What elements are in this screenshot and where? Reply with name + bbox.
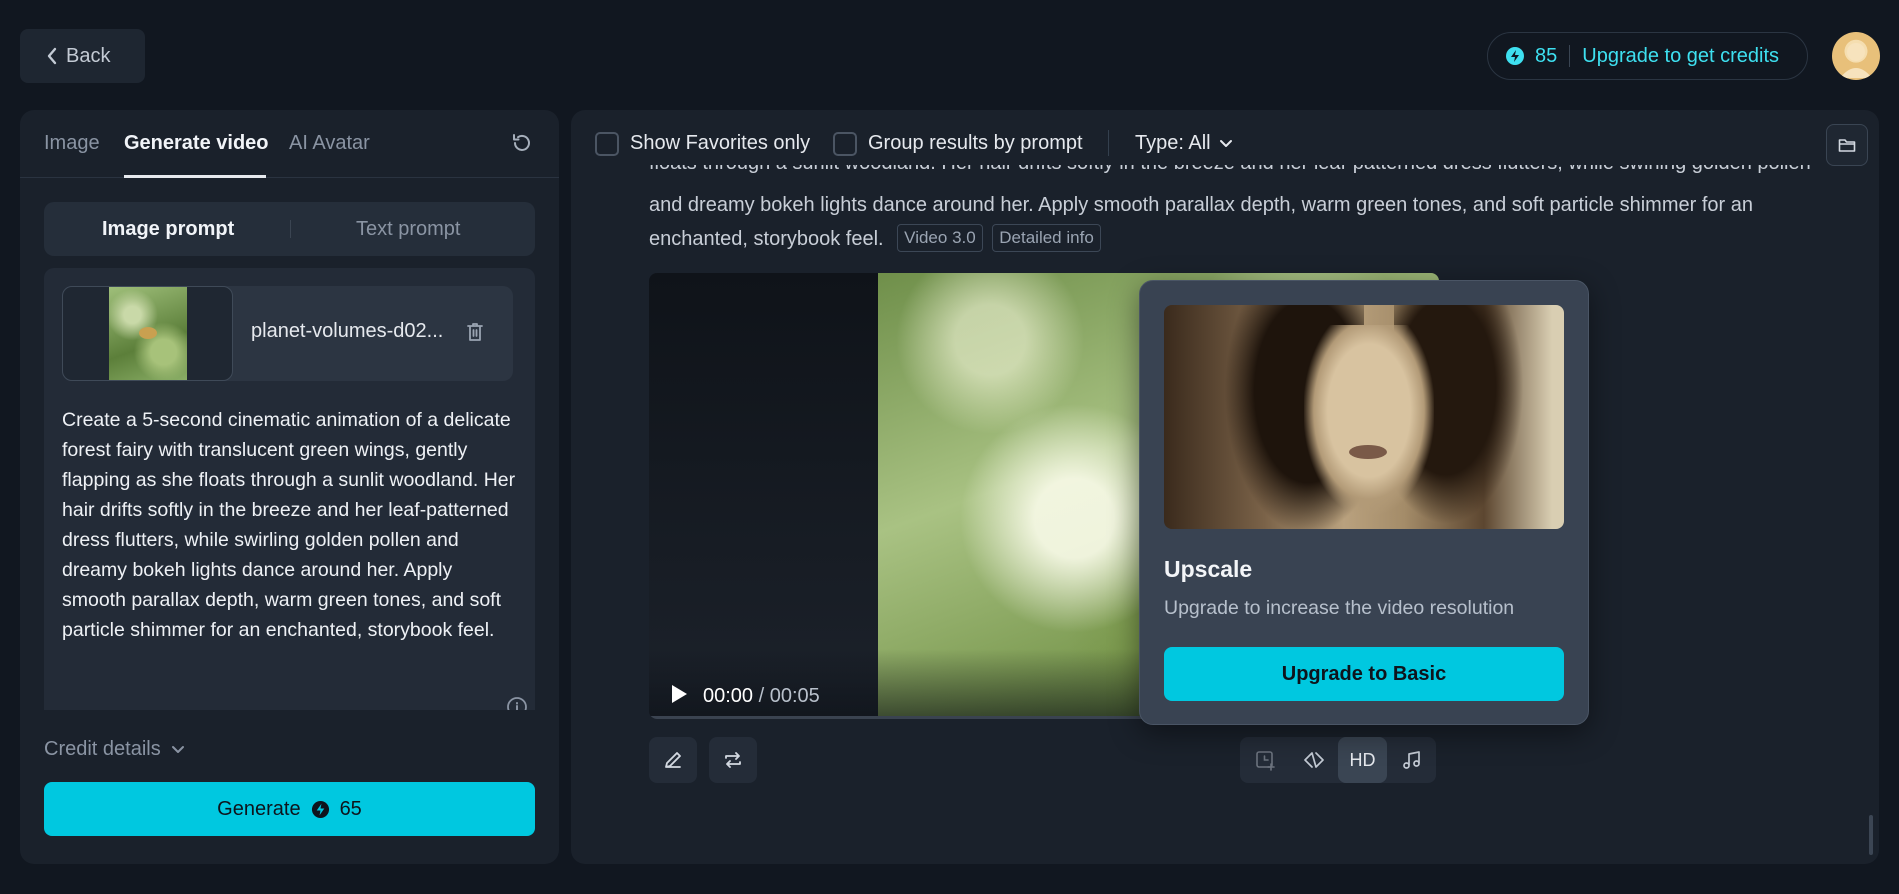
play-icon[interactable] bbox=[669, 683, 689, 705]
chevron-down-icon bbox=[1219, 139, 1232, 147]
result-prompt-line: and dreamy bokeh lights dance around her… bbox=[649, 194, 1753, 216]
tab-image[interactable]: Image bbox=[44, 132, 100, 155]
type-filter-select[interactable]: Type: All bbox=[1135, 132, 1233, 155]
refresh-icon[interactable] bbox=[511, 132, 533, 154]
add-audio-button[interactable] bbox=[1387, 737, 1436, 783]
clock-plus-icon bbox=[1255, 751, 1275, 771]
pencil-icon bbox=[665, 752, 681, 768]
back-button[interactable]: Back bbox=[20, 29, 145, 83]
tab-ai-avatar[interactable]: AI Avatar bbox=[289, 132, 370, 155]
credit-coin-icon bbox=[1506, 47, 1524, 65]
current-time: 00:00 bbox=[703, 685, 754, 707]
file-name: planet-volumes-d02... bbox=[251, 320, 444, 342]
type-filter-label: Type: All bbox=[1135, 132, 1211, 154]
result-prompt-text-cut: floats through a sunlit woodland. Her ha… bbox=[649, 165, 1811, 174]
tab-generate-video[interactable]: Generate video bbox=[124, 132, 269, 155]
credit-details-label: Credit details bbox=[44, 738, 161, 760]
prompt-box: planet-volumes-d02... Create a 5-second … bbox=[44, 268, 535, 710]
repeat-icon bbox=[725, 752, 741, 768]
upgrade-to-basic-button[interactable]: Upgrade to Basic bbox=[1164, 647, 1564, 701]
preview-lips bbox=[1349, 445, 1387, 459]
info-icon[interactable] bbox=[506, 696, 528, 710]
group-by-prompt-label: Group results by prompt bbox=[868, 132, 1083, 154]
music-note-icon bbox=[1402, 751, 1420, 769]
upscale-popover: Upscale Upgrade to increase the video re… bbox=[1139, 280, 1589, 725]
file-thumbnail-frame[interactable] bbox=[62, 286, 233, 381]
credit-details-toggle[interactable]: Credit details bbox=[44, 738, 185, 761]
image-prompt-option[interactable]: Image prompt bbox=[102, 218, 234, 241]
result-prompt-line-cut: floats through a sunlit woodland. Her ha… bbox=[649, 165, 1811, 185]
favorites-label: Show Favorites only bbox=[630, 132, 811, 154]
filter-divider bbox=[1108, 130, 1109, 156]
chevron-down-icon bbox=[171, 745, 184, 753]
diamond-arrows-icon bbox=[1303, 752, 1324, 768]
prompt-type-toggle: Image prompt Text prompt bbox=[44, 202, 535, 256]
preview-face bbox=[1304, 325, 1434, 515]
hd-upscale-button[interactable]: HD bbox=[1338, 737, 1387, 783]
avatar-person-icon bbox=[1840, 43, 1872, 78]
generate-button[interactable]: Generate 65 bbox=[44, 782, 535, 836]
interpolate-button[interactable] bbox=[1289, 737, 1338, 783]
mode-tabs: Image Generate video AI Avatar bbox=[20, 110, 559, 178]
generate-cost: 65 bbox=[339, 797, 362, 820]
popover-title: Upscale bbox=[1164, 556, 1253, 582]
back-label: Back bbox=[66, 44, 111, 67]
generate-label: Generate bbox=[217, 797, 301, 820]
text-prompt-option[interactable]: Text prompt bbox=[356, 218, 460, 241]
model-tag: Video 3.0 bbox=[897, 224, 983, 252]
duration: / 00:05 bbox=[758, 685, 820, 707]
hd-label: HD bbox=[1349, 749, 1376, 770]
active-tab-indicator bbox=[124, 175, 266, 178]
favorites-checkbox[interactable] bbox=[595, 132, 619, 156]
thumbnail-fairy bbox=[139, 327, 157, 339]
credit-coin-icon bbox=[311, 800, 329, 818]
folder-button[interactable] bbox=[1826, 124, 1868, 166]
upscale-preview-image bbox=[1164, 305, 1564, 529]
uploaded-file-card: planet-volumes-d02... bbox=[62, 286, 513, 381]
credits-count: 85 bbox=[1535, 44, 1558, 67]
prompt-textarea[interactable]: Create a 5-second cinematic animation of… bbox=[62, 405, 517, 645]
folder-icon bbox=[1838, 139, 1856, 152]
credits-pill[interactable]: 85 Upgrade to get credits bbox=[1487, 32, 1808, 80]
credits-divider bbox=[1569, 45, 1571, 67]
user-avatar[interactable] bbox=[1832, 32, 1880, 80]
result-prompt-line-last: enchanted, storybook feel. Video 3.0 Det… bbox=[649, 224, 1101, 252]
extend-video-button[interactable] bbox=[1240, 737, 1289, 783]
regenerate-button[interactable] bbox=[709, 737, 757, 783]
scrollbar-thumb[interactable] bbox=[1869, 815, 1873, 855]
segment-divider bbox=[290, 220, 291, 238]
generation-panel: Image Generate video AI Avatar Image pro… bbox=[20, 110, 559, 864]
popover-description: Upgrade to increase the video resolution bbox=[1164, 597, 1515, 619]
detailed-info-tag[interactable]: Detailed info bbox=[992, 224, 1101, 252]
chevron-left-icon bbox=[47, 47, 57, 65]
edit-button[interactable] bbox=[649, 737, 697, 783]
result-prompt-text-end: enchanted, storybook feel. bbox=[649, 228, 884, 250]
trash-icon[interactable] bbox=[465, 321, 485, 343]
group-by-prompt-checkbox[interactable] bbox=[833, 132, 857, 156]
file-thumbnail bbox=[109, 287, 187, 380]
video-time: 00:00 / 00:05 bbox=[703, 685, 820, 708]
upgrade-credits-link[interactable]: Upgrade to get credits bbox=[1582, 45, 1779, 68]
video-tools-group: HD bbox=[1240, 737, 1436, 783]
